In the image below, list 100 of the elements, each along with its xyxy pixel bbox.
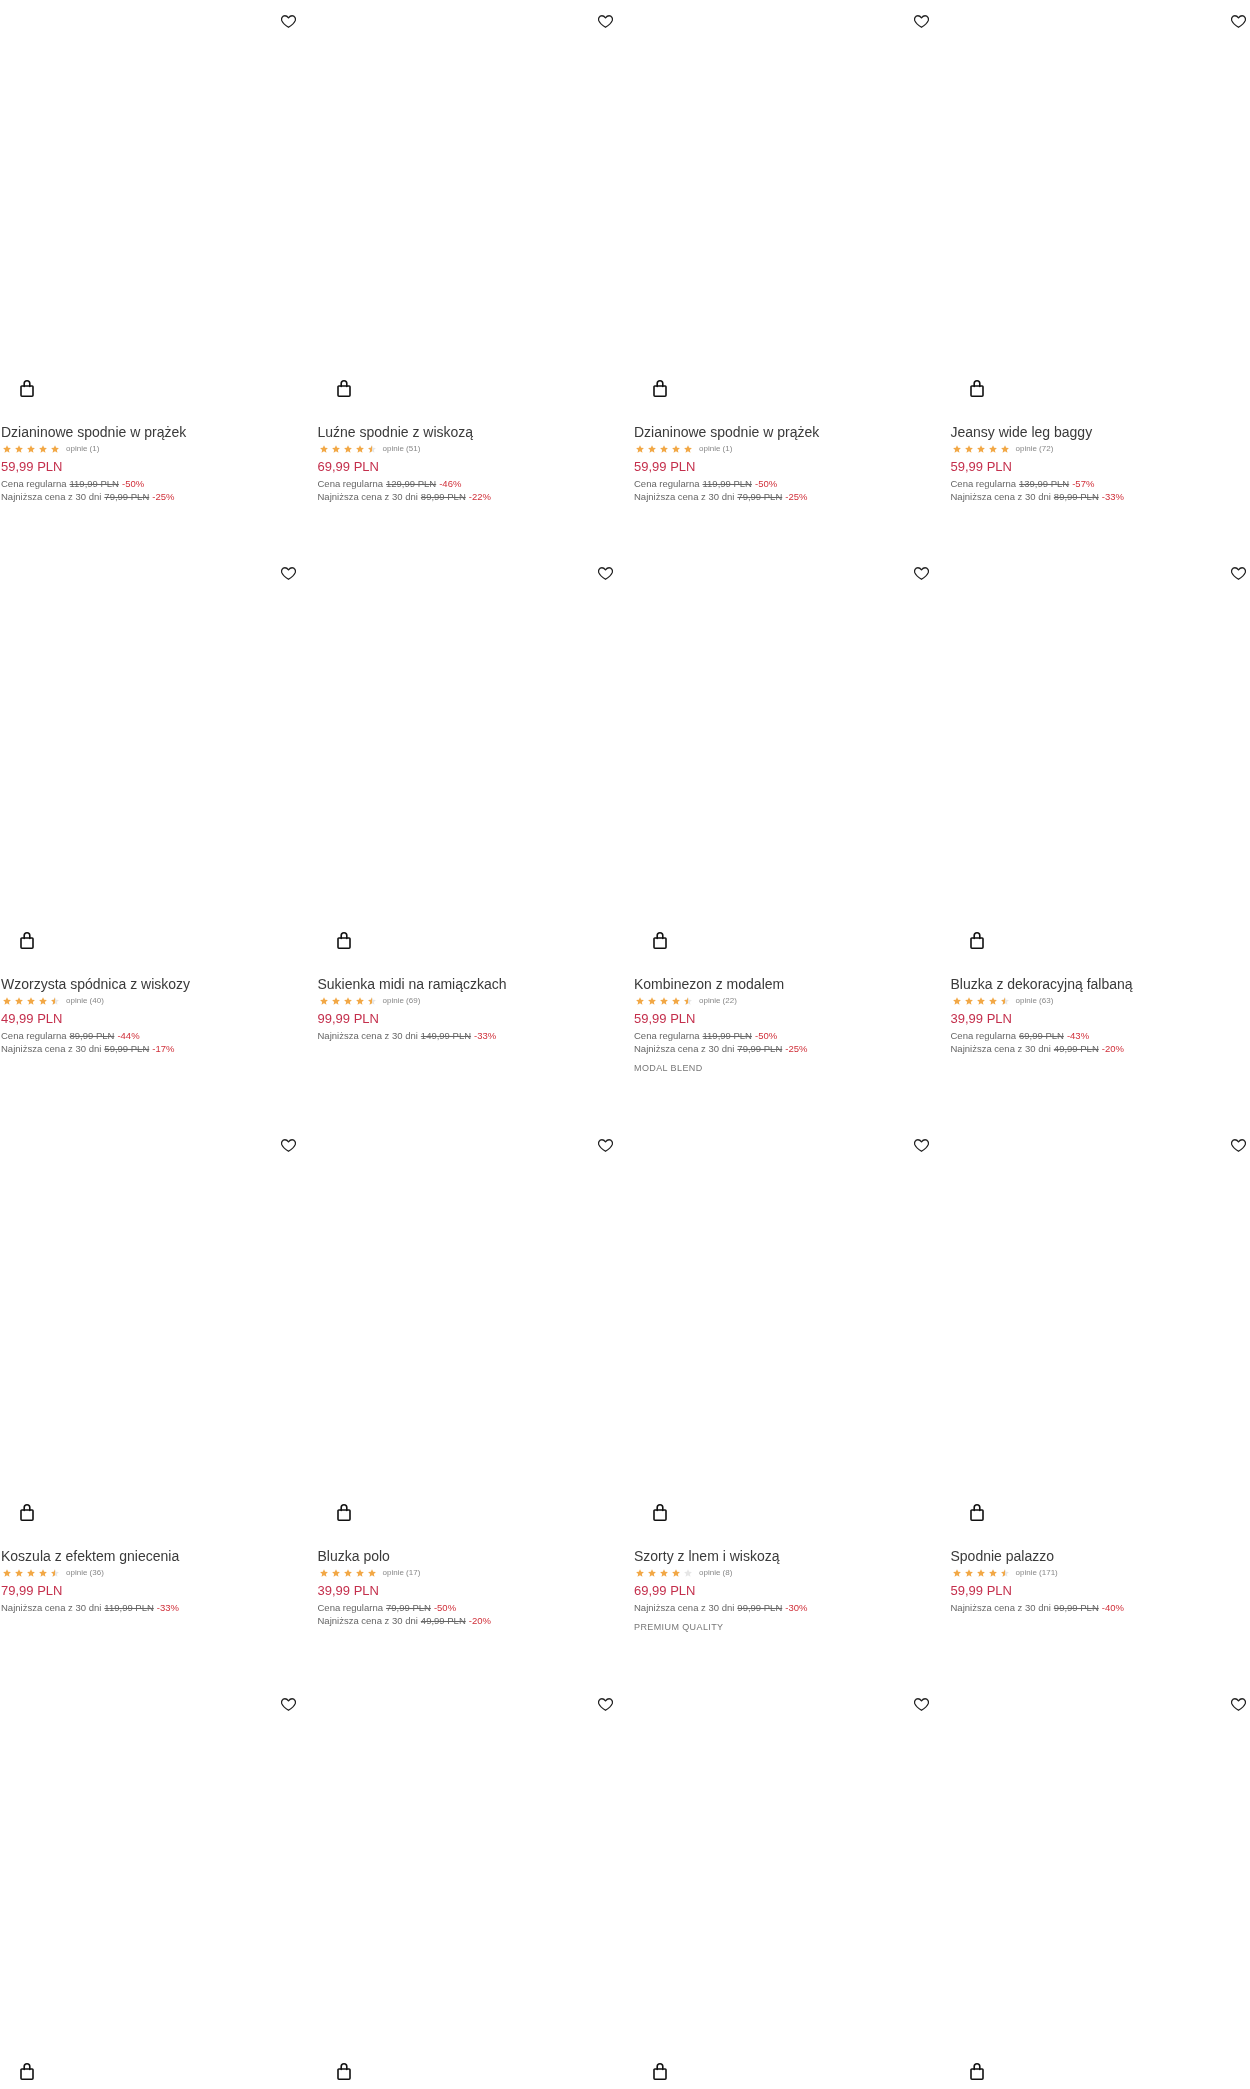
star-icon: [636, 1569, 644, 1577]
old-price: 89,99 PLN: [69, 1029, 115, 1042]
sale-price: 59,99 PLN: [634, 458, 696, 476]
review-count[interactable]: opinie (171): [1015, 1566, 1058, 1580]
product-title[interactable]: Bluzka polo: [317, 1547, 390, 1565]
review-count[interactable]: opinie (69): [382, 994, 421, 1008]
price-note-label: Najniższa cena z 30 dni: [634, 1042, 735, 1055]
price-note-label: Najniższa cena z 30 dni: [317, 1029, 418, 1042]
old-price: 119,99 PLN: [702, 1029, 752, 1042]
star-icon: [319, 445, 328, 453]
product-title[interactable]: Bluzka z dekoracyjną falbaną: [950, 975, 1133, 993]
star-icon: [3, 997, 11, 1005]
empty-star-icon: [684, 1569, 692, 1577]
price-note-label: Najniższa cena z 30 dni: [634, 490, 735, 503]
old-price: 129,99 PLN: [386, 477, 437, 490]
shopping-bag-icon: [20, 1503, 34, 1521]
star-icon: [343, 1569, 352, 1577]
sale-price: 79,99 PLN: [1, 1582, 63, 1600]
shopping-bag-icon: [969, 1503, 984, 1521]
product-title[interactable]: Jeansy wide leg baggy: [950, 423, 1093, 441]
old-price: 79,99 PLN: [737, 490, 783, 503]
star-icon: [976, 445, 985, 453]
price-note-label: Najniższa cena z 30 dni: [1, 1042, 102, 1055]
review-count[interactable]: opinie (40): [66, 994, 104, 1008]
half-star-icon: [51, 1569, 59, 1577]
product-title[interactable]: Dzianinowe spodnie w prążek: [634, 423, 820, 441]
shopping-bag-icon: [336, 1503, 351, 1521]
product-title[interactable]: Wzorzysta spódnica z wiskozy: [1, 975, 191, 993]
star-icon: [343, 445, 352, 453]
review-count[interactable]: opinie (1): [66, 442, 100, 456]
discount-percent: -25%: [785, 1042, 808, 1055]
star-icon: [39, 997, 47, 1005]
price-note-label: Najniższa cena z 30 dni: [1, 490, 102, 503]
star-icon: [952, 445, 961, 453]
discount-percent: -33%: [156, 1601, 179, 1614]
discount-percent: -25%: [152, 490, 175, 503]
shopping-bag-icon: [969, 2062, 984, 2080]
star-icon: [3, 1569, 11, 1577]
discount-percent: -50%: [433, 1601, 457, 1614]
discount-percent: -40%: [1101, 1601, 1124, 1614]
old-price: 89,99 PLN: [420, 490, 466, 503]
star-icon: [319, 997, 328, 1005]
half-star-icon: [1000, 997, 1009, 1005]
price-note-label: Cena regularna: [1, 477, 67, 490]
old-price: 119,99 PLN: [69, 477, 119, 490]
discount-percent: -33%: [474, 1029, 497, 1042]
old-price: 149,99 PLN: [420, 1029, 472, 1042]
star-icon: [964, 1569, 973, 1577]
price-note-label: Cena regularna: [950, 1029, 1016, 1042]
star-icon: [648, 1569, 656, 1577]
review-count[interactable]: opinie (72): [1015, 442, 1054, 456]
product-title[interactable]: Dzianinowe spodnie w prążek: [1, 423, 187, 441]
price-note-label: Cena regularna: [317, 477, 383, 490]
shopping-bag-icon: [653, 931, 667, 949]
star-icon: [355, 445, 364, 453]
star-icon: [660, 997, 668, 1005]
product-title[interactable]: Kombinezon z modalem: [634, 975, 785, 993]
star-icon: [367, 1569, 376, 1577]
star-icon: [15, 997, 23, 1005]
product-title[interactable]: Szorty z lnem i wiskozą: [634, 1547, 780, 1565]
product-title[interactable]: Spodnie palazzo: [950, 1547, 1055, 1565]
discount-percent: -22%: [468, 490, 491, 503]
star-icon: [672, 1569, 680, 1577]
product-title[interactable]: Sukienka midi na ramiączkach: [317, 975, 507, 993]
star-icon: [331, 1569, 340, 1577]
review-count[interactable]: opinie (8): [699, 1566, 733, 1580]
review-count[interactable]: opinie (22): [699, 994, 737, 1008]
star-icon: [355, 1569, 364, 1577]
discount-percent: -33%: [1101, 490, 1124, 503]
old-price: 139,99 PLN: [1019, 477, 1070, 490]
star-icon: [976, 997, 985, 1005]
discount-percent: -50%: [755, 477, 778, 490]
discount-percent: -46%: [439, 477, 462, 490]
sale-price: 49,99 PLN: [1, 1010, 63, 1028]
half-star-icon: [367, 997, 376, 1005]
star-icon: [672, 445, 680, 453]
price-note-label: Najniższa cena z 30 dni: [950, 490, 1051, 503]
star-icon: [331, 445, 340, 453]
review-count[interactable]: opinie (51): [382, 442, 421, 456]
star-icon: [648, 997, 656, 1005]
half-star-icon: [367, 445, 376, 453]
review-count[interactable]: opinie (63): [1015, 994, 1054, 1008]
star-icon: [648, 445, 656, 453]
price-note-label: Cena regularna: [634, 477, 700, 490]
half-star-icon: [51, 997, 59, 1005]
star-icon: [355, 997, 364, 1005]
star-icon: [1000, 445, 1009, 453]
discount-percent: -17%: [152, 1042, 175, 1055]
star-icon: [3, 445, 11, 453]
review-count[interactable]: opinie (36): [66, 1566, 104, 1580]
price-note-label: Cena regularna: [950, 477, 1016, 490]
star-icon: [51, 445, 59, 453]
product-tag: MODAL BLEND: [634, 1062, 703, 1075]
review-count[interactable]: opinie (1): [699, 442, 733, 456]
product-title[interactable]: Luźne spodnie z wiskozą: [317, 423, 474, 441]
review-count[interactable]: opinie (17): [382, 1566, 421, 1580]
price-note-label: Najniższa cena z 30 dni: [317, 490, 418, 503]
product-title[interactable]: Koszula z efektem gniecenia: [1, 1547, 180, 1565]
old-price: 69,99 PLN: [1019, 1029, 1064, 1042]
price-note-label: Najniższa cena z 30 dni: [950, 1042, 1051, 1055]
